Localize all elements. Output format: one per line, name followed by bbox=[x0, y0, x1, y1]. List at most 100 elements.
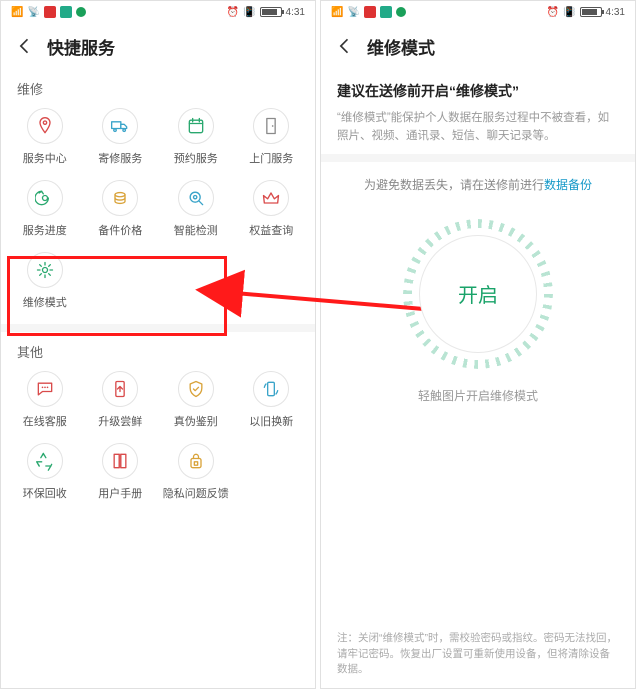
battery-icon bbox=[580, 7, 602, 17]
backup-tip: 为避免数据丢失，请在送修前进行数据备份 bbox=[321, 162, 635, 197]
location-pin-icon bbox=[35, 116, 55, 136]
service-label: 以旧换新 bbox=[249, 413, 293, 429]
sim2-icon bbox=[380, 6, 392, 18]
service-icon-wrap bbox=[102, 371, 138, 407]
service-icon-wrap bbox=[102, 180, 138, 216]
service-icon-wrap bbox=[253, 108, 289, 144]
arrow-left-icon bbox=[15, 36, 35, 56]
service-icon-wrap bbox=[178, 180, 214, 216]
service-item-truck[interactable]: 寄修服务 bbox=[83, 108, 159, 166]
vibrate-icon: 📳 bbox=[243, 7, 255, 18]
truck-icon bbox=[110, 116, 130, 136]
service-item-door[interactable]: 上门服务 bbox=[234, 108, 310, 166]
magnifier-gear-icon bbox=[186, 188, 206, 208]
back-button[interactable] bbox=[335, 36, 355, 56]
enable-label: 开启 bbox=[458, 279, 498, 308]
enable-repair-mode-button[interactable]: 开启 bbox=[403, 219, 553, 369]
service-label: 权益查询 bbox=[249, 222, 293, 238]
clock-text: 4:31 bbox=[286, 7, 305, 18]
screen-quick-services: 📶 📡 ⏰ 📳 4:31 快捷服务 维修 服务中心 寄修服务 预约服务 上门服务服务进… bbox=[0, 0, 316, 689]
recycle-phone-icon bbox=[261, 379, 281, 399]
service-icon-wrap bbox=[178, 108, 214, 144]
backup-link[interactable]: 数据备份 bbox=[544, 178, 592, 192]
description: “维修模式”能保护个人数据在服务过程中不被查看，如照片、视频、通讯录、短信、聊天… bbox=[337, 109, 619, 146]
upgrade-icon bbox=[110, 379, 130, 399]
service-icon-wrap bbox=[27, 108, 63, 144]
service-label: 用户手册 bbox=[98, 485, 142, 501]
service-label: 隐私问题反馈 bbox=[163, 485, 229, 501]
title-bar: 快捷服务 bbox=[1, 23, 315, 69]
lock-bag-icon bbox=[186, 451, 206, 471]
sim1-icon bbox=[364, 6, 376, 18]
screen-repair-mode: 📶 📡 ⏰ 📳 4:31 维修模式 建议在送修前开启“维修模式” “维修模式”能… bbox=[320, 0, 636, 689]
title-bar: 维修模式 bbox=[321, 23, 635, 69]
service-icon-wrap bbox=[102, 108, 138, 144]
service-item-magnifier-gear[interactable]: 智能检测 bbox=[158, 180, 234, 238]
service-icon-wrap bbox=[27, 371, 63, 407]
wechat-notif-icon bbox=[396, 7, 406, 17]
service-icon-wrap bbox=[27, 180, 63, 216]
recycle-icon bbox=[35, 451, 55, 471]
status-bar: 📶 📡 ⏰ 📳 4:31 bbox=[1, 1, 315, 23]
grid-other: 在线客服 升级尝鲜 真伪鉴别 以旧换新环保回收用户手册 隐私问题反馈 bbox=[1, 365, 315, 515]
service-item-coins[interactable]: 备件价格 bbox=[83, 180, 159, 238]
service-item-recycle-phone[interactable]: 以旧换新 bbox=[234, 371, 310, 429]
section-label-repair: 维修 bbox=[1, 69, 315, 102]
service-label: 预约服务 bbox=[174, 150, 218, 166]
service-item-location-pin[interactable]: 服务中心 bbox=[7, 108, 83, 166]
service-item-lock-bag[interactable]: 隐私问题反馈 bbox=[158, 443, 234, 501]
service-icon-wrap bbox=[178, 371, 214, 407]
section-divider bbox=[321, 154, 635, 162]
footer-note: 注：关闭“维修模式”时，需校验密码或指纹。密码无法找回，请牢记密码。恢复出厂设置… bbox=[337, 631, 619, 678]
service-item-book[interactable]: 用户手册 bbox=[83, 443, 159, 501]
service-icon-wrap bbox=[102, 443, 138, 479]
service-item-crown[interactable]: 权益查询 bbox=[234, 180, 310, 238]
back-button[interactable] bbox=[15, 36, 35, 56]
phone-refresh-icon bbox=[35, 188, 55, 208]
service-icon-wrap bbox=[253, 371, 289, 407]
service-label: 备件价格 bbox=[98, 222, 142, 238]
section-label-other: 其他 bbox=[1, 332, 315, 365]
signal-icon: 📶 bbox=[11, 7, 23, 18]
service-label: 服务进度 bbox=[23, 222, 67, 238]
service-label: 寄修服务 bbox=[98, 150, 142, 166]
arrow-left-icon bbox=[335, 36, 355, 56]
annotation-highlight-box bbox=[7, 256, 227, 336]
page-title: 维修模式 bbox=[367, 34, 435, 59]
service-label: 真伪鉴别 bbox=[174, 413, 218, 429]
service-item-chat[interactable]: 在线客服 bbox=[7, 371, 83, 429]
door-icon bbox=[261, 116, 281, 136]
battery-icon bbox=[260, 7, 282, 17]
service-item-phone-refresh[interactable]: 服务进度 bbox=[7, 180, 83, 238]
service-icon-wrap bbox=[27, 443, 63, 479]
wechat-notif-icon bbox=[76, 7, 86, 17]
coins-icon bbox=[110, 188, 130, 208]
service-item-shield[interactable]: 真伪鉴别 bbox=[158, 371, 234, 429]
sim2-icon bbox=[60, 6, 72, 18]
status-bar: 📶 📡 ⏰ 📳 4:31 bbox=[321, 1, 635, 23]
vibrate-icon: 📳 bbox=[563, 7, 575, 18]
service-item-upgrade[interactable]: 升级尝鲜 bbox=[83, 371, 159, 429]
wifi-icon: 📡 bbox=[27, 7, 39, 18]
alarm-icon: ⏰ bbox=[227, 7, 239, 18]
headline: 建议在送修前开启“维修模式” bbox=[337, 81, 619, 101]
sim1-icon bbox=[44, 6, 56, 18]
service-icon-wrap bbox=[178, 443, 214, 479]
calendar-icon bbox=[186, 116, 206, 136]
service-label: 升级尝鲜 bbox=[98, 413, 142, 429]
chat-icon bbox=[35, 379, 55, 399]
service-label: 服务中心 bbox=[23, 150, 67, 166]
book-icon bbox=[110, 451, 130, 471]
service-label: 智能检测 bbox=[174, 222, 218, 238]
crown-icon bbox=[261, 188, 281, 208]
service-label: 上门服务 bbox=[249, 150, 293, 166]
service-icon-wrap bbox=[253, 180, 289, 216]
service-label: 在线客服 bbox=[23, 413, 67, 429]
service-item-calendar[interactable]: 预约服务 bbox=[158, 108, 234, 166]
shield-icon bbox=[186, 379, 206, 399]
service-item-recycle[interactable]: 环保回收 bbox=[7, 443, 83, 501]
wifi-icon: 📡 bbox=[347, 7, 359, 18]
enable-hint: 轻触图片开启维修模式 bbox=[418, 387, 538, 404]
page-title: 快捷服务 bbox=[47, 34, 115, 59]
alarm-icon: ⏰ bbox=[547, 7, 559, 18]
